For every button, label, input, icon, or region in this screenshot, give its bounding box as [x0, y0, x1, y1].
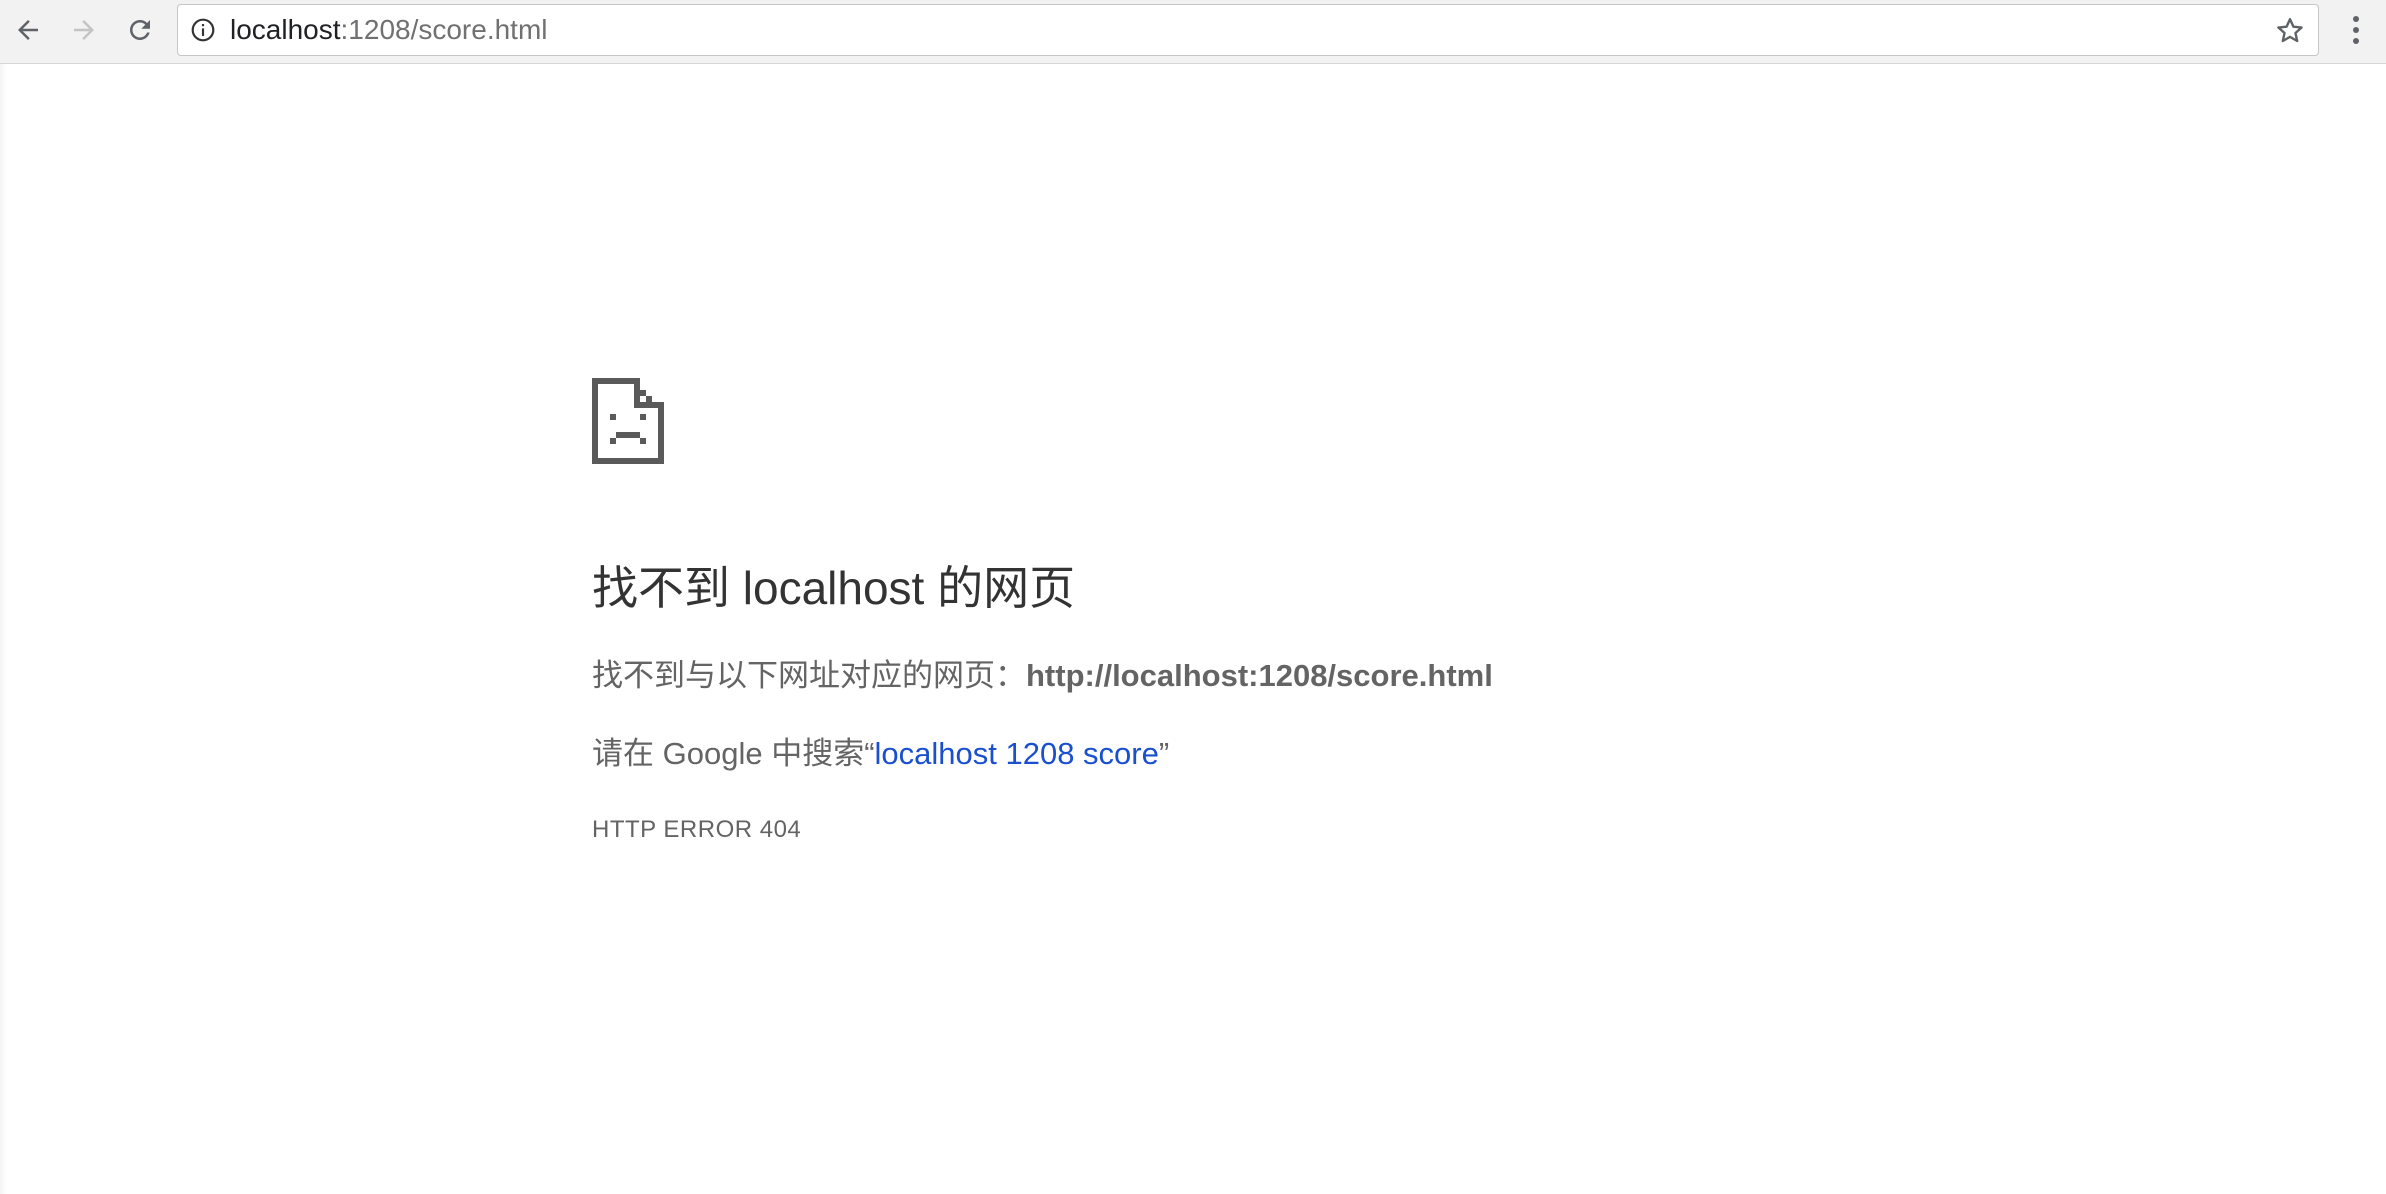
sad-page-icon	[592, 378, 664, 464]
requested-url: http://localhost:1208/score.html	[1026, 658, 1493, 693]
url-host: localhost	[230, 14, 341, 45]
info-icon[interactable]	[190, 17, 216, 43]
url-text[interactable]: localhost:1208/score.html	[230, 5, 548, 55]
error-heading: 找不到 localhost 的网页	[592, 562, 1076, 614]
search-suggestion: 请在 Google 中搜索“localhost 1208 score”	[592, 728, 1169, 773]
browser-toolbar: localhost:1208/score.html	[0, 0, 2386, 64]
forward-button[interactable]	[62, 8, 106, 52]
google-search-link[interactable]: localhost 1208 score	[875, 736, 1159, 771]
url-path: :1208/score.html	[340, 14, 548, 45]
page-content	[0, 64, 2386, 1194]
arrow-right-icon	[74, 20, 94, 40]
reload-button[interactable]	[118, 8, 162, 52]
search-prefix: 请在 Google 中搜索“	[592, 736, 875, 771]
description-prefix: 找不到与以下网址对应的网页：	[592, 658, 1026, 693]
search-suffix: ”	[1158, 736, 1170, 771]
arrow-left-icon	[18, 20, 38, 40]
back-button[interactable]	[6, 8, 50, 52]
page-edge	[0, 64, 6, 1194]
menu-button[interactable]	[2336, 8, 2376, 52]
error-description: 找不到与以下网址对应的网页：http://localhost:1208/scor…	[592, 650, 1493, 695]
star-icon[interactable]	[2274, 15, 2306, 47]
vertical-dots-icon	[2353, 16, 2359, 44]
error-code: HTTP ERROR 404	[592, 816, 802, 843]
address-bar[interactable]: localhost:1208/score.html	[177, 4, 2319, 56]
reload-icon	[130, 20, 150, 40]
